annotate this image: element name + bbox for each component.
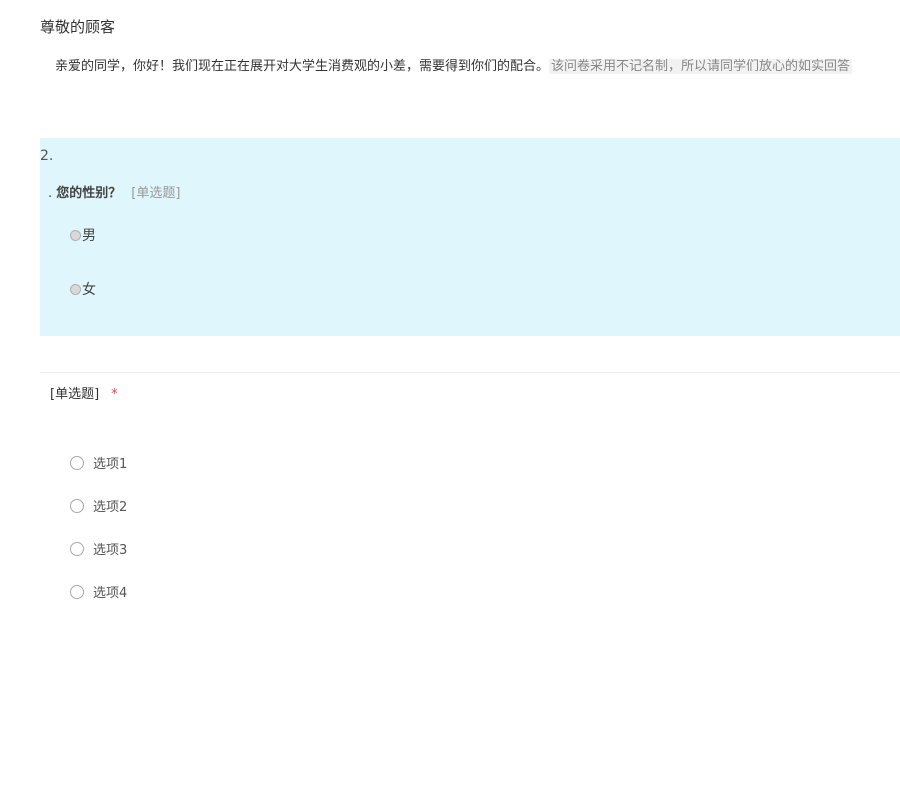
question-number: 2.: [40, 148, 54, 164]
radio-icon[interactable]: [70, 498, 84, 513]
radio-icon[interactable]: [70, 541, 84, 556]
option-label: 女: [82, 282, 96, 298]
option-male[interactable]: 男: [70, 225, 96, 245]
question-type-label: [单选题]: [131, 186, 181, 201]
option-label: 选项2: [93, 500, 128, 515]
radio-icon[interactable]: [70, 455, 84, 470]
radio-icon[interactable]: [70, 283, 81, 295]
question-text: 您的性别？: [56, 186, 122, 201]
option-female[interactable]: 女: [70, 279, 96, 299]
question-block-gender: 2. . 您的性别？ [单选题] 男 女: [40, 138, 900, 336]
option-2[interactable]: 选项2: [70, 496, 127, 515]
intro-text: 亲爱的同学，你好！我们现在正在展开对大学生消费观的小差，需要得到你们的配合。: [55, 59, 550, 74]
option-label: 选项3: [93, 543, 128, 558]
option-label: 男: [82, 228, 96, 244]
option-label: 选项1: [93, 457, 128, 472]
question-title: . 您的性别？ [单选题]: [48, 182, 180, 201]
option-1[interactable]: 选项1: [70, 453, 127, 472]
option-4[interactable]: 选项4: [70, 582, 127, 601]
option-3[interactable]: 选项3: [70, 539, 127, 558]
option-label: 选项4: [93, 586, 128, 601]
radio-icon[interactable]: [70, 229, 81, 241]
divider: [40, 372, 900, 373]
intro-note: 该问卷采用不记名制，所以请同学们放心的如实回答: [549, 59, 853, 74]
survey-page: 尊敬的顾客 亲爱的同学，你好！我们现在正在展开对大学生消费观的小差，需要得到你们…: [0, 0, 900, 800]
question-type-label: [单选题]: [50, 387, 100, 402]
survey-intro: 亲爱的同学，你好！我们现在正在展开对大学生消费观的小差，需要得到你们的配合。 该问…: [55, 58, 900, 76]
question-header: [单选题] *: [50, 383, 118, 402]
survey-greeting: 尊敬的顾客: [40, 18, 116, 36]
required-mark: *: [111, 387, 118, 402]
radio-icon[interactable]: [70, 584, 84, 599]
